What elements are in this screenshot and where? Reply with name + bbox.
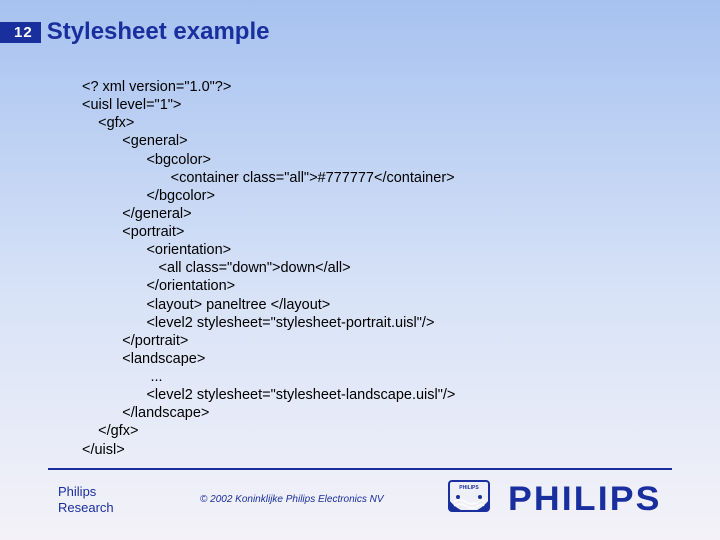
copyright-text: © 2002 Koninklijke Philips Electronics N… [200, 494, 384, 505]
footer: Philips Research © 2002 Koninklijke Phil… [0, 480, 720, 530]
slide-number-badge: 12 [0, 22, 41, 43]
slide: 12 Stylesheet example <? xml version="1.… [0, 0, 720, 540]
org-line1: Philips [58, 484, 96, 499]
code-sample: <? xml version="1.0"?> <uisl level="1"> … [82, 78, 455, 459]
org-line2: Research [58, 500, 114, 515]
philips-wordmark: PHILIPS [508, 480, 662, 519]
svg-text:PHILIPS: PHILIPS [459, 485, 479, 491]
org-label: Philips Research [58, 484, 114, 517]
page-title: Stylesheet example [47, 18, 270, 46]
header: 12 Stylesheet example [0, 18, 269, 46]
footer-divider [48, 468, 672, 470]
philips-shield-icon: PHILIPS [448, 480, 490, 520]
